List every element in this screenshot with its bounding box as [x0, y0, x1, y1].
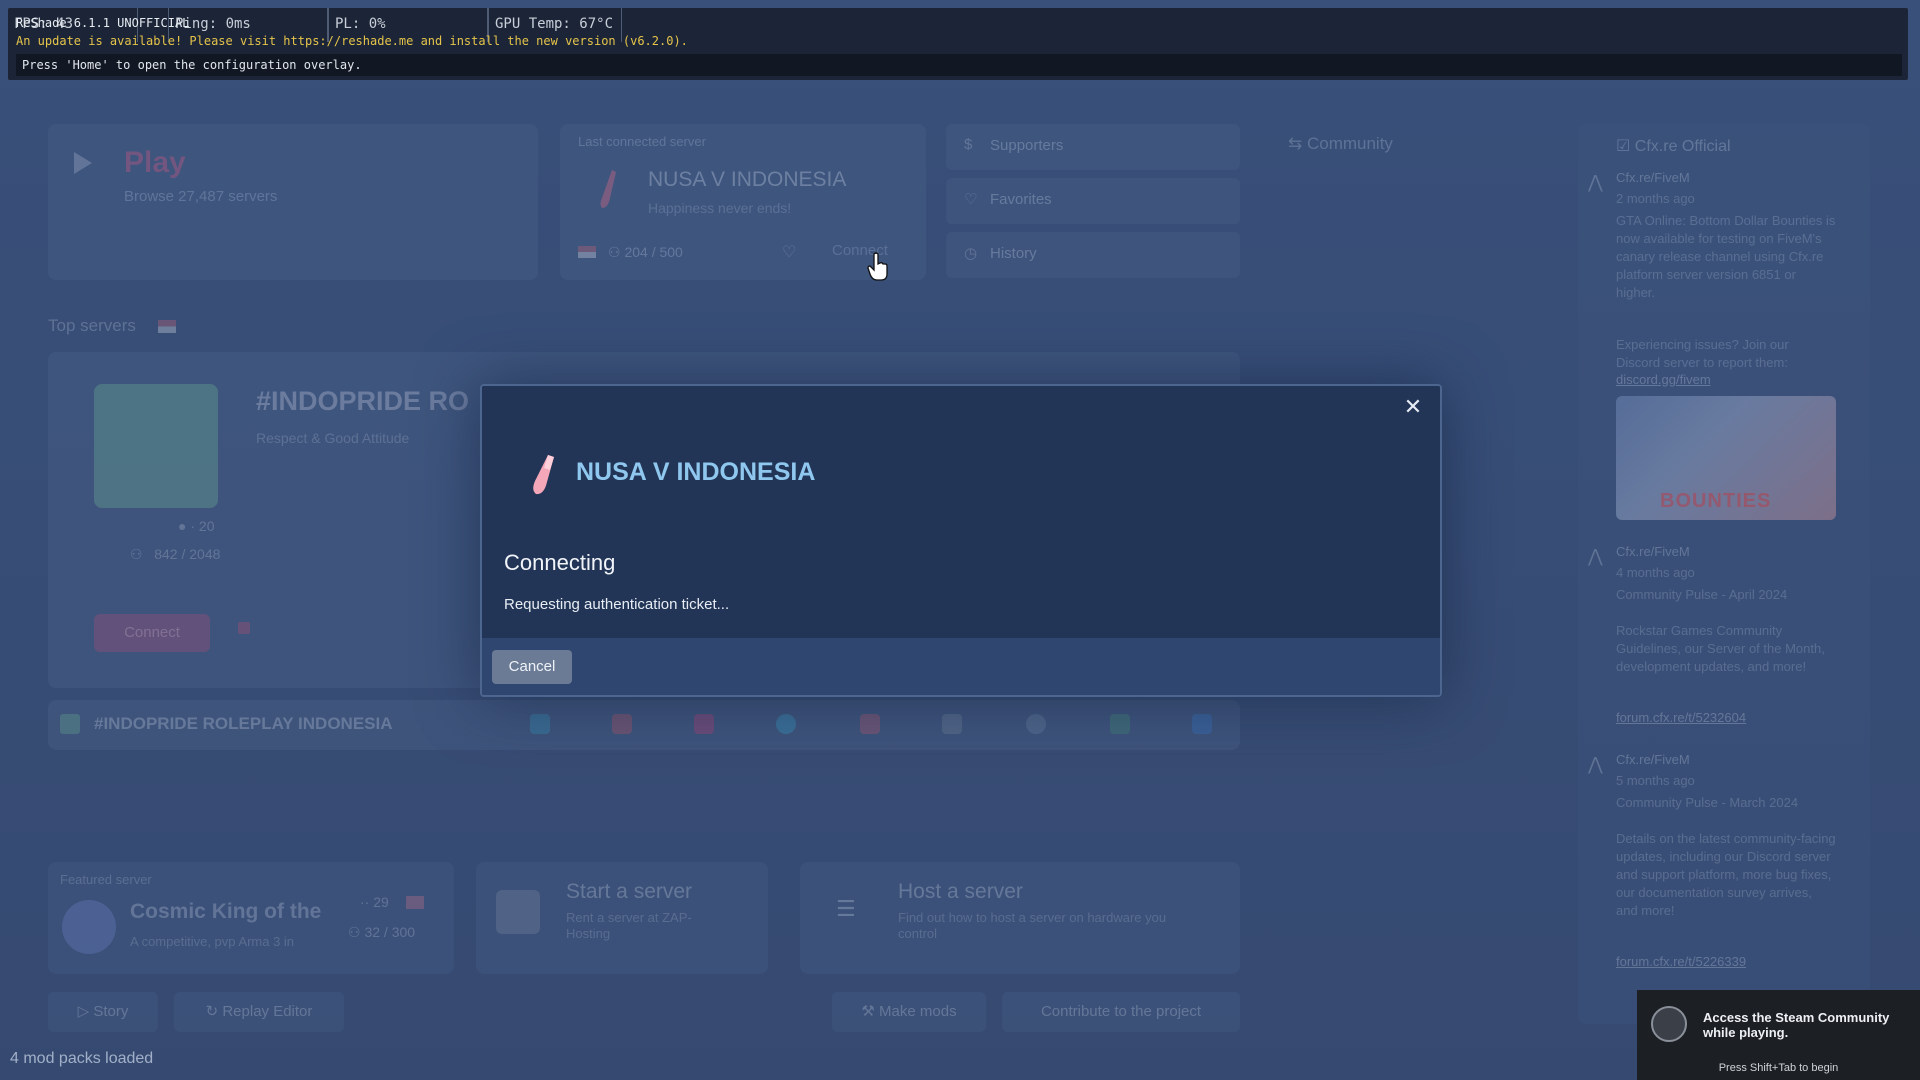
- cancel-button[interactable]: Cancel: [492, 650, 572, 684]
- close-icon[interactable]: ✕: [1400, 394, 1426, 420]
- connection-status: Requesting authentication ticket...: [504, 596, 730, 613]
- reshade-help-text: Press 'Home' to open the configuration o…: [22, 58, 362, 72]
- server-logo-icon: [533, 455, 554, 495]
- connecting-dialog: ✕ NUSA V INDONESIA Connecting Requesting…: [480, 384, 1442, 697]
- dialog-body: ✕ NUSA V INDONESIA Connecting Requesting…: [482, 386, 1440, 638]
- hand-cursor-icon: [867, 252, 888, 281]
- steam-icon: [1651, 1006, 1687, 1042]
- dialog-footer: Cancel: [482, 638, 1440, 695]
- steam-hint: Press Shift+Tab to begin: [1718, 1062, 1839, 1074]
- reshade-version: ReShade 6.1.1 UNOFFICIAL: [16, 16, 190, 30]
- steam-notification[interactable]: Access the Steam Community while playing…: [1637, 990, 1920, 1080]
- reshade-overlay: FPS: 43 Ping: 0ms PL: 0% GPU Temp: 67°C …: [8, 8, 1908, 80]
- dialog-heading: Connecting: [504, 550, 616, 575]
- dialog-server-name: NUSA V INDONESIA: [576, 458, 816, 486]
- reshade-update-notice: An update is available! Please visit htt…: [16, 34, 688, 48]
- steam-message: Access the Steam Community while playing…: [1703, 1010, 1890, 1040]
